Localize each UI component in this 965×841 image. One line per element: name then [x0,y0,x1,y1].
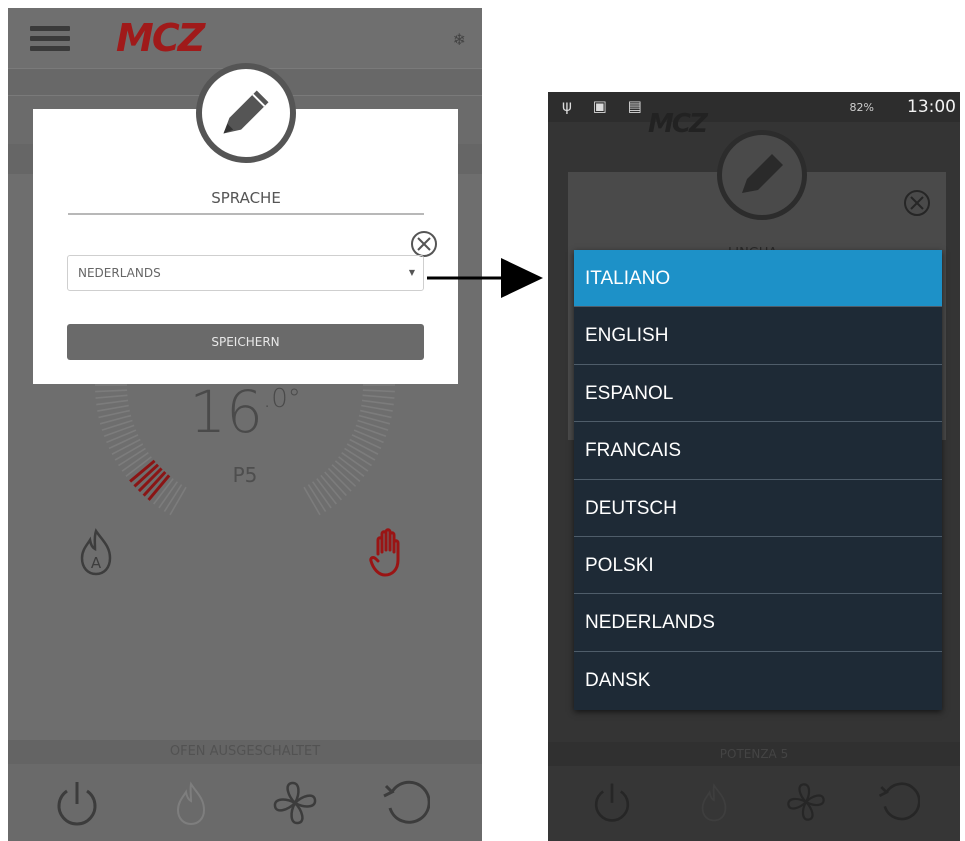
refresh-icon[interactable] [876,780,920,824]
system-status-bar: ψ ▣ ▤ 82% 13:00 [548,92,960,122]
pencil-icon [223,90,269,134]
temperature-readout: 16.0° [8,378,482,446]
left-phone-screen: MCZ ❄ 16.0° P5 A OFEN AUSGESCHALTET SPRA… [8,8,482,841]
modal-title: SPRACHE [68,189,424,215]
snowflake-icon[interactable]: ❄ [453,30,466,49]
bottom-toolbar [8,764,482,841]
brand-logo: MCZ [116,16,205,60]
save-button[interactable]: SPEICHERN [67,324,424,360]
language-select[interactable]: NEDERLANDS ▼ [67,255,424,291]
clock: 13:00 [907,97,956,117]
top-bar: MCZ ❄ [8,8,482,68]
language-option[interactable]: FRANCAIS [574,422,942,480]
language-option[interactable]: ITALIANO [574,250,942,308]
power-icon[interactable] [590,780,634,824]
brand-logo: MCZ [648,109,708,139]
temperature-decimal: .0° [263,384,301,414]
language-option[interactable]: NEDERLANDS [574,594,942,652]
status-text: POTENZA 5 [548,742,960,766]
power-icon[interactable] [52,778,102,828]
pencil-icon [742,154,783,193]
language-option[interactable]: DEUTSCH [574,480,942,537]
pencil-icon-badge [196,63,296,163]
language-option[interactable]: ESPANOL [574,365,942,423]
refresh-icon[interactable] [380,778,430,828]
chevron-down-icon: ▼ [408,268,415,277]
notification-icons: ψ ▣ ▤ [562,97,650,115]
svg-text:A: A [91,554,102,572]
language-option[interactable]: ENGLISH [574,307,942,365]
language-option[interactable]: DANSK [574,652,942,709]
language-select-value: NEDERLANDS [78,266,161,280]
arrow-icon [427,258,543,298]
flame-auto-icon[interactable]: A [76,528,116,576]
menu-icon[interactable] [30,26,70,52]
fan-icon[interactable] [270,778,320,828]
power-level: P5 [232,463,258,487]
fan-icon[interactable] [784,780,828,824]
flame-icon[interactable] [166,778,216,828]
close-icon[interactable] [902,188,932,218]
pencil-icon-badge [717,130,807,220]
bottom-toolbar [548,766,960,841]
language-dropdown-list[interactable]: ITALIANO ENGLISH ESPANOL FRANCAIS DEUTSCH POL… [574,250,942,710]
status-text: OFEN AUSGESCHALTET [8,740,482,764]
language-option[interactable]: POLSKI [574,537,942,595]
hand-icon[interactable] [368,528,412,578]
battery-level: 82% [849,101,874,114]
flame-icon[interactable] [692,780,736,824]
right-phone-screen: ψ ▣ ▤ 82% 13:00 MCZ LINGUA ITALIANOENGLI… [548,92,960,841]
temperature-value: 16 [189,378,263,446]
